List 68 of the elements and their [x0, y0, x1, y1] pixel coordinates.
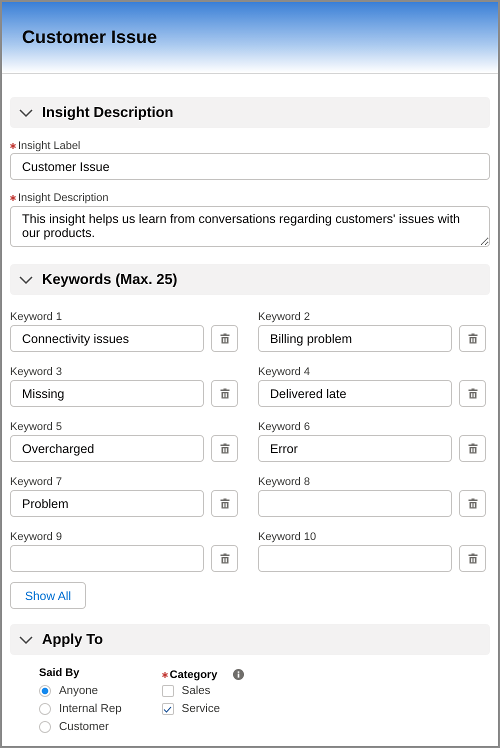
input-field[interactable] — [258, 490, 452, 517]
trash-icon — [220, 498, 230, 509]
field-label: Keyword 9 — [10, 530, 62, 542]
field-label: Category — [170, 668, 218, 680]
field-label: Keyword 6 — [258, 420, 310, 432]
trash-icon — [220, 388, 230, 399]
delete-button[interactable] — [211, 380, 238, 407]
input-field[interactable]: Error — [258, 435, 452, 462]
field-label: Insight Label — [18, 140, 80, 152]
trash-icon — [220, 553, 230, 564]
field-label: Keyword 4 — [258, 366, 310, 378]
field-label: Keyword 7 — [10, 476, 62, 488]
trash-icon — [220, 443, 230, 454]
input-field[interactable]: Customer Issue — [10, 153, 490, 180]
section-header[interactable]: Keywords (Max. 25) — [10, 264, 490, 295]
field-label: Keyword 10 — [258, 530, 316, 542]
show-all-button[interactable]: Show All — [10, 582, 86, 609]
chevron-icon — [19, 634, 33, 644]
trash-icon — [468, 388, 478, 399]
delete-button[interactable] — [211, 435, 238, 462]
checkbox[interactable] — [162, 703, 174, 715]
field-label: Keyword 1 — [10, 310, 62, 322]
delete-button[interactable] — [459, 545, 486, 572]
delete-button[interactable] — [459, 380, 486, 407]
option-label: Service — [182, 703, 220, 715]
delete-button[interactable] — [459, 490, 486, 517]
info-icon — [233, 669, 244, 680]
trash-icon — [468, 333, 478, 344]
window-title: Customer Issue — [22, 27, 158, 48]
section-header[interactable]: Insight Description — [10, 97, 490, 128]
input-field[interactable]: Connectivity issues — [10, 325, 204, 352]
text-area[interactable]: This insight helps us learn from conversations regarding customers' issues with our products. — [10, 206, 490, 247]
trash-icon — [468, 443, 478, 454]
field-label: Keyword 3 — [10, 366, 62, 378]
input-field[interactable] — [258, 545, 452, 572]
option-label: Sales — [182, 685, 210, 697]
field-label: Keyword 2 — [258, 310, 310, 322]
radio-button[interactable] — [39, 685, 51, 697]
delete-button[interactable] — [459, 325, 486, 352]
delete-button[interactable] — [211, 325, 238, 352]
chevron-icon — [19, 108, 33, 118]
field-label: Keyword 8 — [258, 476, 310, 488]
delete-button[interactable] — [459, 435, 486, 462]
radio-button[interactable] — [39, 703, 51, 715]
trash-icon — [468, 498, 478, 509]
input-field[interactable]: Missing — [10, 380, 204, 407]
input-field[interactable] — [10, 545, 204, 572]
delete-button[interactable] — [211, 490, 238, 517]
input-field[interactable]: Delivered late — [258, 380, 452, 407]
option-label: Internal Rep — [59, 703, 122, 715]
input-field[interactable]: Problem — [10, 490, 204, 517]
input-field[interactable]: Billing problem — [258, 325, 452, 352]
section-title: Keywords (Max. 25) — [42, 272, 178, 288]
delete-button[interactable] — [211, 545, 238, 572]
trash-icon — [220, 333, 230, 344]
trash-icon — [468, 553, 478, 564]
group-label: Said By — [39, 667, 80, 681]
section-title: Apply To — [42, 632, 103, 648]
option-label: Anyone — [59, 685, 98, 697]
radio-button[interactable] — [39, 721, 51, 733]
section-header[interactable]: Apply To — [10, 624, 490, 655]
chevron-icon — [19, 274, 33, 284]
input-field[interactable]: Overcharged — [10, 435, 204, 462]
section-title: Insight Description — [42, 104, 174, 120]
checkbox[interactable] — [162, 685, 174, 697]
field-label: Insight Description — [18, 192, 108, 204]
field-label: Keyword 5 — [10, 420, 62, 432]
option-label: Customer — [59, 721, 109, 733]
